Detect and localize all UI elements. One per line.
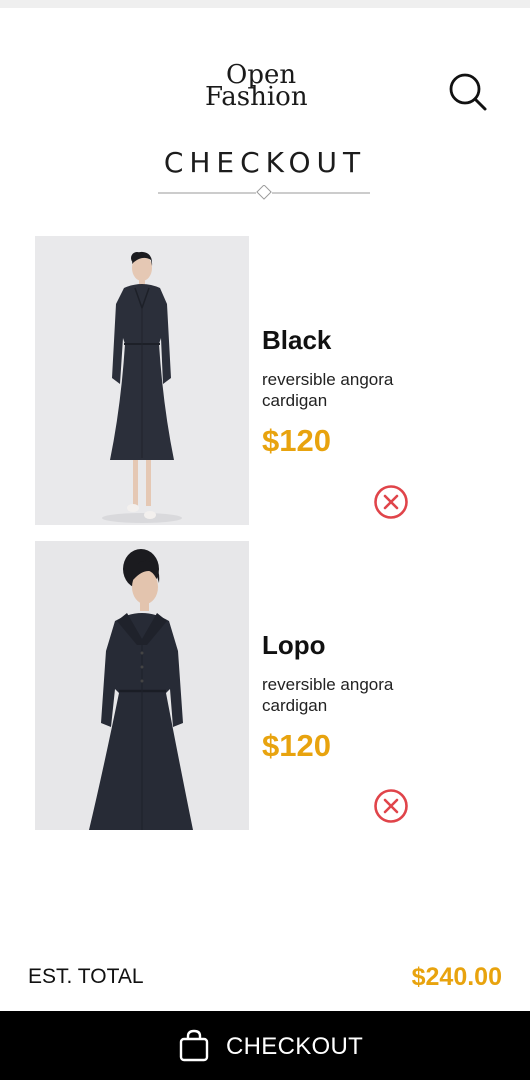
brand-logo[interactable]: Open Fashion xyxy=(200,60,332,116)
search-icon xyxy=(449,73,487,111)
page-title: CHECKOUT xyxy=(163,146,367,179)
product-name: Black xyxy=(262,325,332,355)
product-image[interactable] xyxy=(35,541,249,830)
cart-item: Black reversible angora cardigan $120 xyxy=(0,236,530,526)
estimated-total-value: $240.00 xyxy=(411,963,502,991)
estimated-total-label: EST. TOTAL xyxy=(28,965,144,988)
close-circle-icon xyxy=(374,789,408,823)
remove-item-button[interactable] xyxy=(373,484,409,520)
shopping-bag-icon xyxy=(179,1029,209,1062)
status-bar xyxy=(0,0,530,8)
product-price: $120 xyxy=(262,728,331,763)
cart-item: Lopo reversible angora cardigan $120 xyxy=(0,541,530,831)
logo-line-2: Fashion xyxy=(205,82,308,112)
checkout-button[interactable]: CHECKOUT xyxy=(0,1011,530,1080)
checkout-label: CHECKOUT xyxy=(226,1033,364,1060)
remove-item-button[interactable] xyxy=(373,788,409,824)
product-name: Lopo xyxy=(262,630,326,660)
product-price: $120 xyxy=(262,423,331,458)
search-button[interactable] xyxy=(446,71,490,115)
title-divider xyxy=(158,185,370,200)
close-circle-icon xyxy=(374,485,408,519)
product-description: reversible angora cardigan xyxy=(262,370,394,410)
product-image[interactable] xyxy=(35,236,249,525)
product-description: reversible angora cardigan xyxy=(262,675,394,715)
